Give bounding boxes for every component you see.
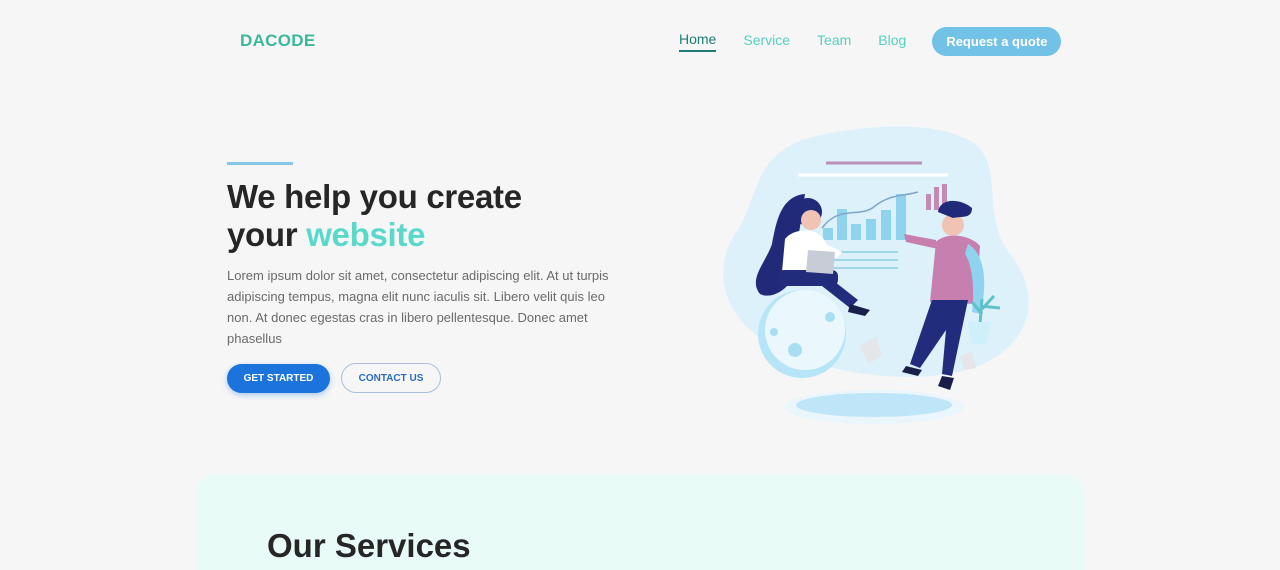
hero-title-prefix: your	[227, 216, 298, 253]
get-started-button[interactable]: GET STARTED	[227, 364, 330, 393]
hero-accent-line	[227, 162, 293, 165]
logo[interactable]: DACODE	[240, 31, 315, 51]
hero-description: Lorem ipsum dolor sit amet, consectetur …	[227, 268, 609, 346]
nav-link-team[interactable]: Team	[817, 32, 851, 51]
nav-link-home[interactable]: Home	[679, 31, 717, 52]
services-section: Our Services	[195, 475, 1085, 570]
main-nav: Home Service Team Blog Request a quote	[679, 27, 1062, 56]
nav-link-service[interactable]: Service	[743, 32, 790, 51]
hero-title-line1: We help you create	[227, 178, 522, 215]
team-working-illustration-icon	[723, 126, 1029, 424]
request-quote-button[interactable]: Request a quote	[932, 27, 1062, 56]
services-title: Our Services	[267, 527, 471, 564]
hero-title: We help you create your website	[227, 178, 522, 254]
hero-title-highlight: website	[306, 216, 426, 253]
nav-link-blog[interactable]: Blog	[878, 32, 906, 51]
contact-us-button[interactable]: CONTACT US	[341, 363, 441, 393]
